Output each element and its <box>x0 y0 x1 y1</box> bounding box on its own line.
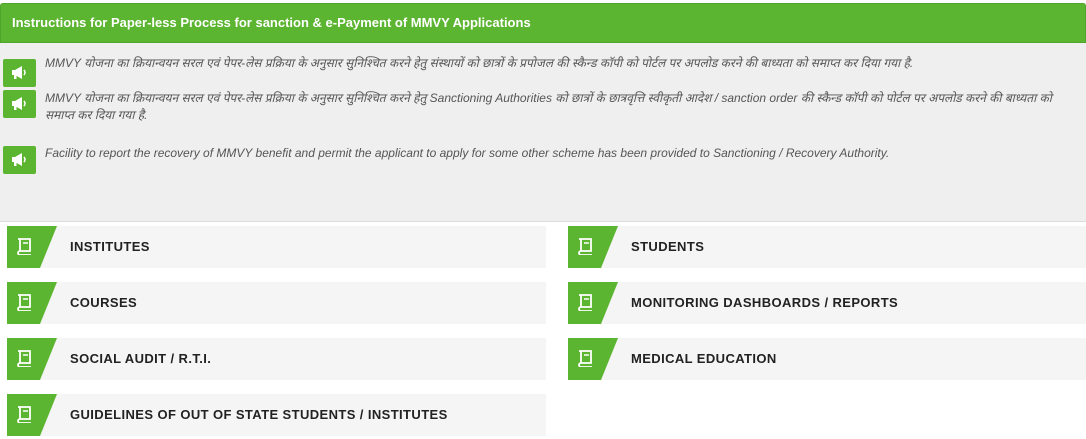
notice-text: MMVY योजना का क्रियान्वयन सरल एवं पेपर-ल… <box>45 91 1052 122</box>
book-icon <box>578 350 592 367</box>
tile-badge <box>568 338 618 380</box>
tile-monitoring-dashboards[interactable]: MONITORING DASHBOARDS / REPORTS <box>568 282 1086 324</box>
megaphone-icon <box>3 146 36 174</box>
tile-institutes[interactable]: INSTITUTES <box>7 226 546 268</box>
megaphone-icon <box>3 90 36 118</box>
book-icon <box>578 238 592 255</box>
panel-header: Instructions for Paper-less Process for … <box>0 3 1086 43</box>
book-icon <box>17 294 31 311</box>
tile-label: STUDENTS <box>631 239 705 254</box>
notice-text: Facility to report the recovery of MMVY … <box>45 146 890 160</box>
tile-social-audit[interactable]: SOCIAL AUDIT / R.T.I. <box>7 338 546 380</box>
tile-label: MEDICAL EDUCATION <box>631 351 777 366</box>
book-icon <box>17 406 31 423</box>
tile-badge <box>568 226 618 268</box>
panel-title: Instructions for Paper-less Process for … <box>12 15 531 30</box>
book-icon <box>17 238 31 255</box>
tile-medical-education[interactable]: MEDICAL EDUCATION <box>568 338 1086 380</box>
tile-badge <box>7 282 57 324</box>
tile-label: COURSES <box>70 295 138 310</box>
megaphone-icon <box>3 59 36 87</box>
tile-badge <box>568 282 618 324</box>
tile-badge <box>7 338 57 380</box>
tile-label: SOCIAL AUDIT / R.T.I. <box>70 351 212 366</box>
tile-students[interactable]: STUDENTS <box>568 226 1086 268</box>
book-icon <box>17 350 31 367</box>
tile-courses[interactable]: COURSES <box>7 282 546 324</box>
instructions-panel: Instructions for Paper-less Process for … <box>0 3 1086 222</box>
notice-text: MMVY योजना का क्रियान्वयन सरल एवं पेपर-ल… <box>45 56 914 70</box>
tile-label: INSTITUTES <box>70 239 150 254</box>
tile-badge <box>7 226 57 268</box>
tile-badge <box>7 394 57 436</box>
tile-label: GUIDELINES OF OUT OF STATE STUDENTS / IN… <box>70 407 448 422</box>
tile-guidelines-out-of-state[interactable]: GUIDELINES OF OUT OF STATE STUDENTS / IN… <box>7 394 546 436</box>
book-icon <box>578 294 592 311</box>
tile-label: MONITORING DASHBOARDS / REPORTS <box>631 295 899 310</box>
